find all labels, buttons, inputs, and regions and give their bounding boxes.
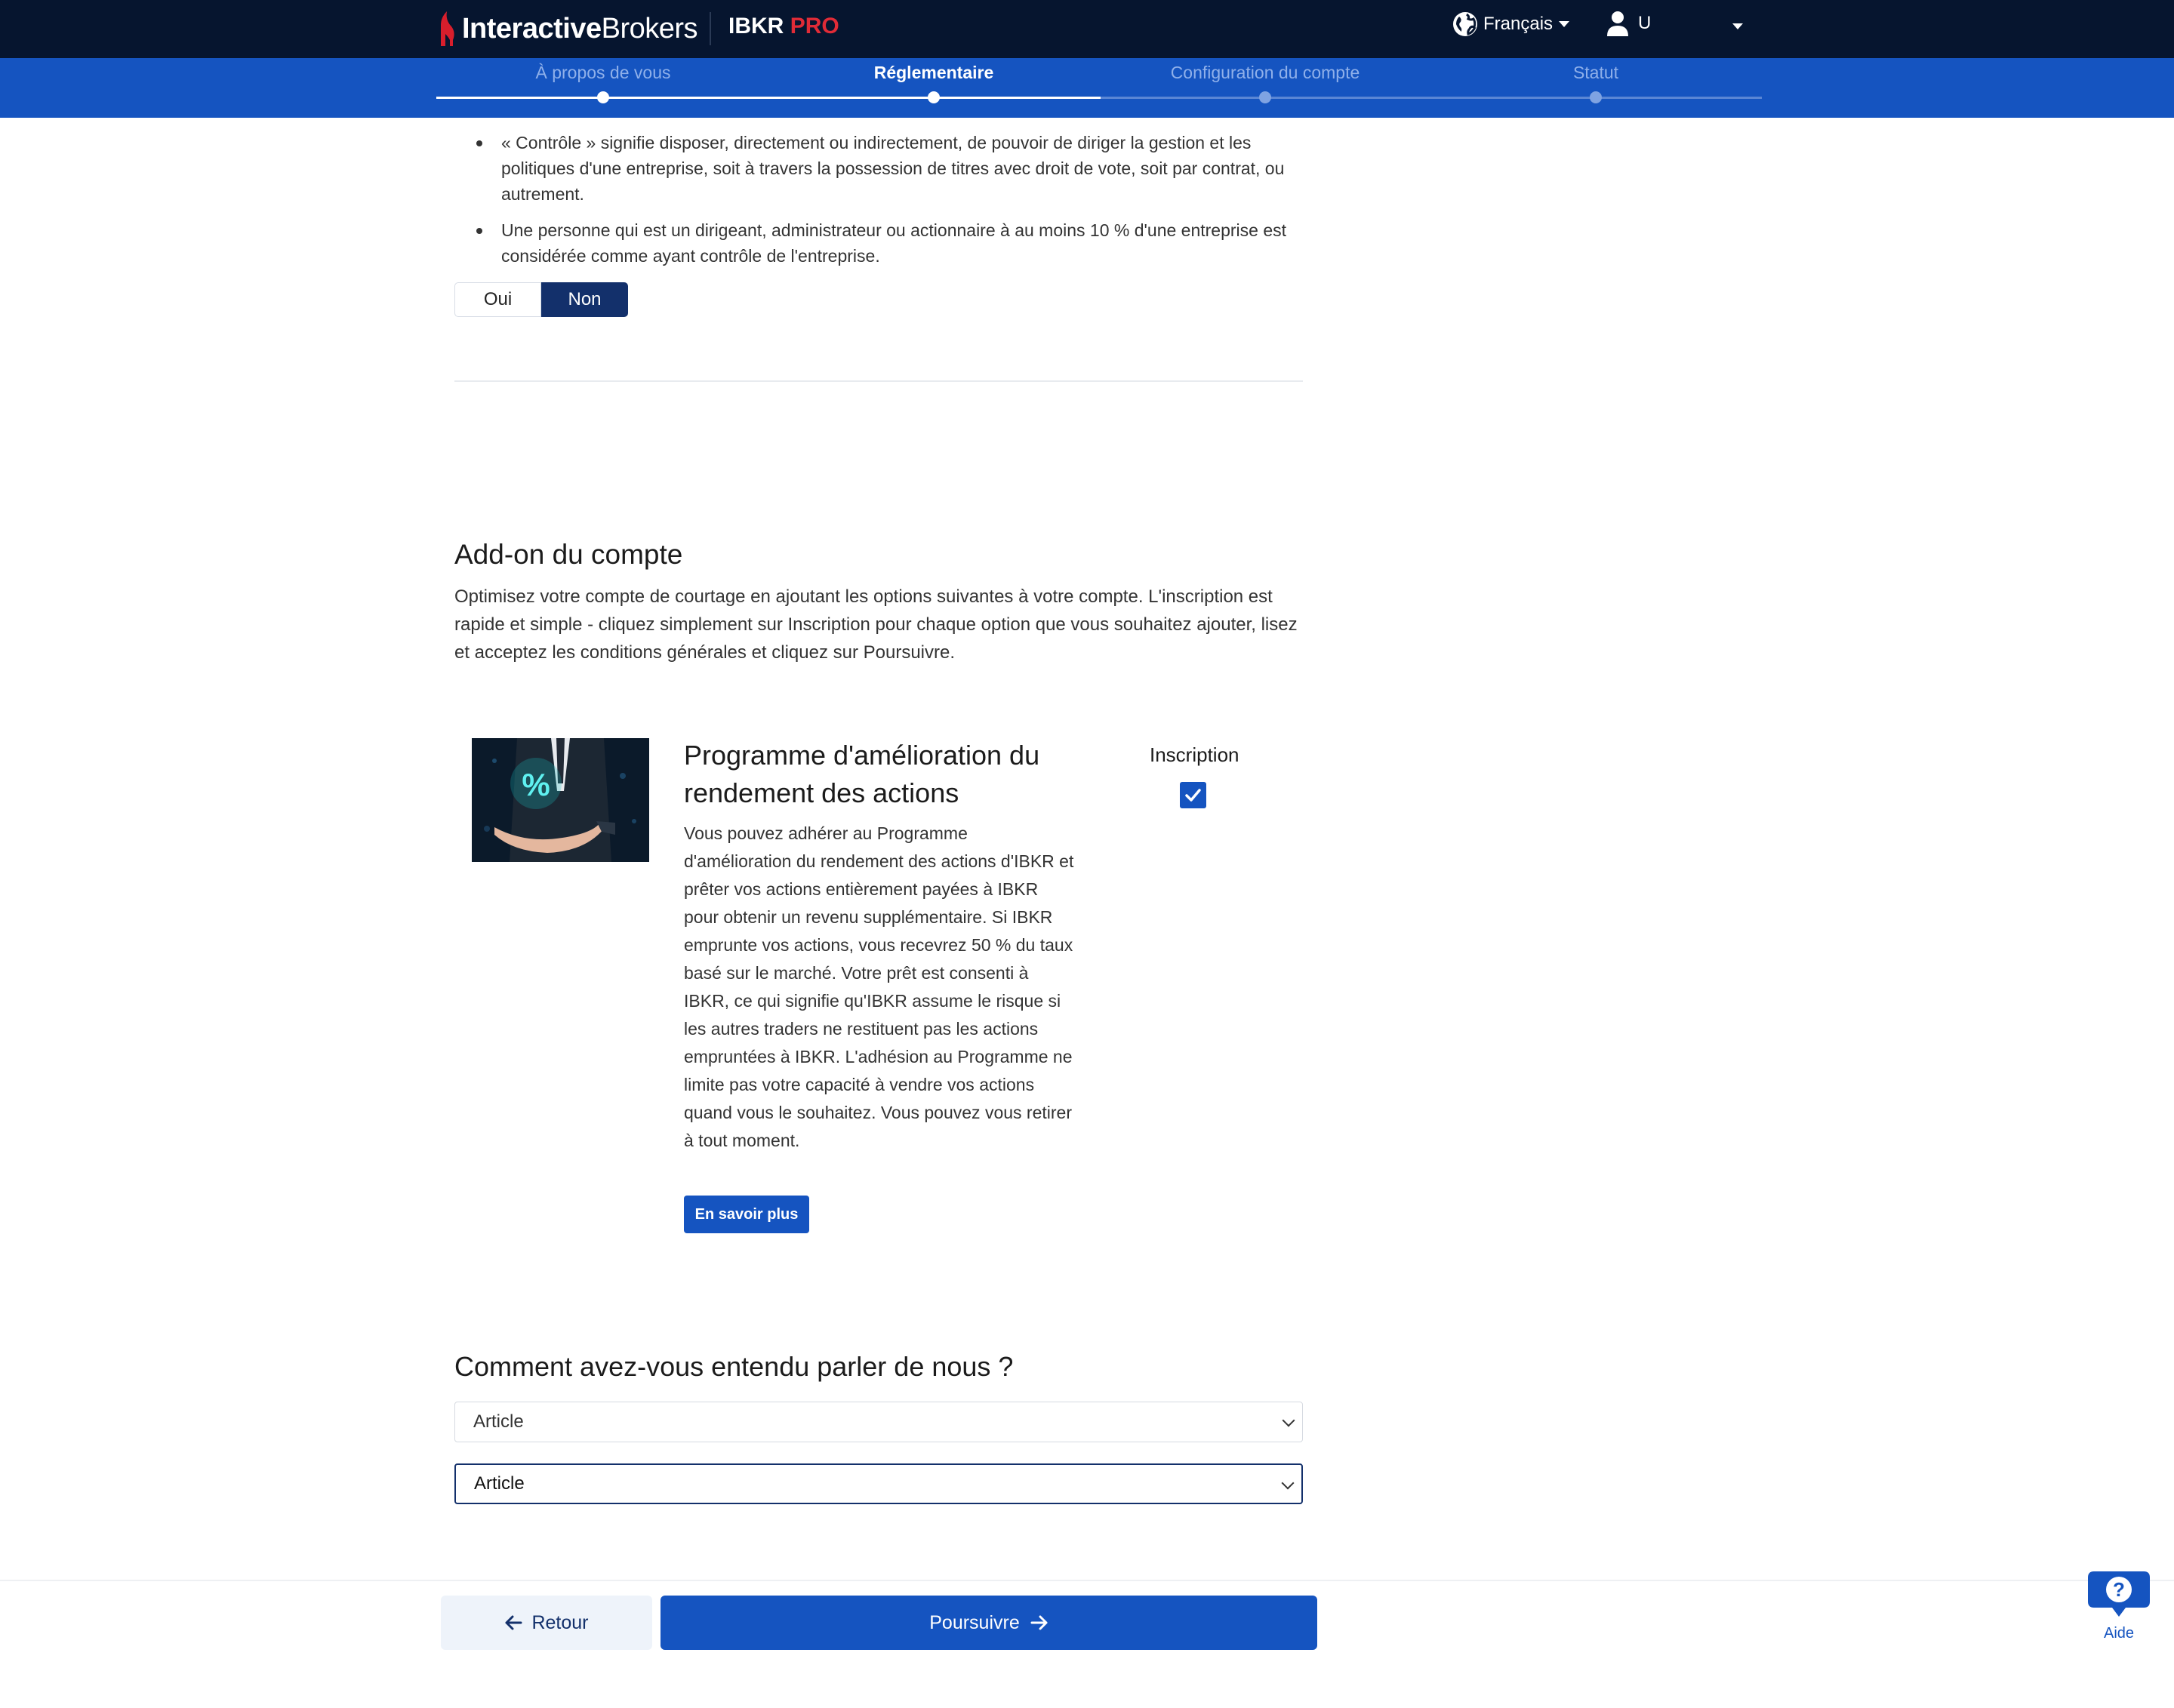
user-name: U (1638, 13, 1652, 33)
progress-stepper: À propos de vous Réglementaire Configura… (0, 58, 2174, 118)
enroll-label: Inscription (1150, 743, 1239, 766)
referral-detail-select[interactable]: Article (454, 1463, 1303, 1504)
select-value: Article (473, 1411, 524, 1432)
addon-section-description: Optimisez votre compte de courtage en aj… (454, 586, 1298, 663)
chevron-down-icon (1281, 1476, 1295, 1490)
logo-divider (710, 12, 711, 45)
stock-yield-program-title: Programme d'amélioration du rendement de… (684, 740, 1040, 808)
step-regulatory[interactable]: Réglementaire (783, 58, 1085, 103)
language-label: Français (1483, 14, 1554, 34)
product-accent: PRO (790, 14, 839, 38)
stock-yield-program-image: % (472, 738, 649, 862)
referral-question-title: Comment avez-vous entendu parler de nous… (454, 1351, 1014, 1382)
section-divider (454, 380, 1303, 382)
no-button[interactable]: Non (541, 282, 628, 317)
continue-button-label: Poursuivre (929, 1611, 1020, 1633)
product-name: IBKR PRO (728, 14, 839, 39)
language-selector[interactable]: Français (1453, 12, 1570, 36)
help-widget[interactable]: ? Aide (2086, 1568, 2151, 1642)
logo-text-light: Brokers (601, 12, 698, 45)
user-icon (1607, 11, 1628, 36)
step-label: Configuration du compte (1170, 63, 1360, 82)
chevron-down-icon (1559, 21, 1570, 27)
step-dot (1590, 91, 1602, 103)
back-button-label: Retour (531, 1611, 589, 1633)
logo-text-bold: Interactive (462, 12, 602, 45)
help-chat-icon: ? (2088, 1571, 2150, 1617)
globe-icon (1453, 12, 1477, 36)
checkmark-icon (1185, 789, 1201, 802)
step-status: Statut (1445, 58, 1747, 103)
stepper-track-completed (436, 97, 1101, 99)
arrow-left-icon (505, 1615, 522, 1630)
ib-logo[interactable]: InteractiveBrokers (436, 9, 698, 48)
control-question-section: « Contrôle » signifie disposer, directem… (454, 118, 1303, 382)
control-definition-list: « Contrôle » signifie disposer, directem… (454, 130, 1303, 269)
select-value: Article (474, 1473, 525, 1494)
stock-yield-program-description: Vous pouvez adhérer au Programme d'améli… (684, 823, 1074, 1150)
svg-text:?: ? (2113, 1578, 2125, 1601)
list-item: « Contrôle » signifie disposer, directem… (474, 130, 1303, 207)
step-dot (928, 91, 940, 103)
enroll-checkbox[interactable] (1180, 782, 1206, 808)
help-label: Aide (2103, 1625, 2135, 1642)
user-menu-chevron-icon[interactable] (1732, 23, 1743, 29)
ib-flame-icon (441, 11, 454, 46)
arrow-right-icon (1030, 1615, 1048, 1630)
referral-source-select[interactable]: Article (454, 1402, 1303, 1442)
hand-percent-illustration: % (472, 738, 649, 862)
top-navbar: InteractiveBrokers IBKR PRO Français U (0, 0, 2174, 58)
step-label: Réglementaire (873, 63, 994, 82)
step-dot (597, 91, 609, 103)
step-about-you[interactable]: À propos de vous (452, 58, 754, 103)
addon-section-title: Add-on du compte (454, 539, 683, 570)
learn-more-button[interactable]: En savoir plus (684, 1196, 809, 1233)
back-button[interactable]: Retour (441, 1596, 652, 1650)
continue-button[interactable]: Poursuivre (661, 1596, 1317, 1650)
chevron-down-icon (1282, 1414, 1295, 1427)
step-label: À propos de vous (535, 63, 671, 82)
percent-symbol: % (522, 767, 550, 802)
step-dot (1259, 91, 1271, 103)
product-label: IBKR (728, 14, 784, 38)
step-account-configuration: Configuration du compte (1114, 58, 1416, 103)
list-item: Une personne qui est un dirigeant, admin… (474, 217, 1303, 269)
step-label: Statut (1572, 63, 1619, 82)
yes-no-toggle: Oui Non (454, 282, 628, 317)
yes-button[interactable]: Oui (454, 282, 541, 317)
user-menu[interactable]: U (1606, 11, 1651, 36)
